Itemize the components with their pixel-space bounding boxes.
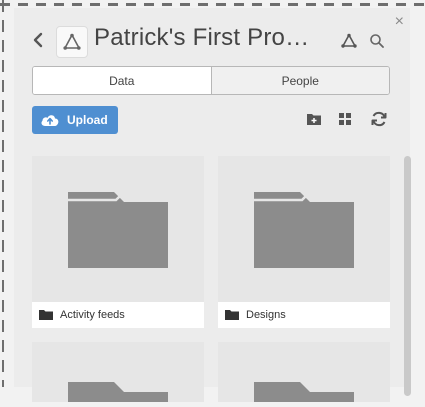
dashed-frame-top xyxy=(0,0,425,8)
tab-people[interactable]: People xyxy=(210,67,389,94)
panel-header: Patrick's First Pro… xyxy=(14,18,410,62)
search-icon[interactable] xyxy=(369,33,385,54)
folder-label: Activity feeds xyxy=(32,302,204,328)
folder-thumbnail-icon xyxy=(254,382,354,402)
project-title: Patrick's First Pro… xyxy=(94,24,310,51)
folder-card-partial[interactable] xyxy=(32,342,204,402)
folder-card-partial[interactable] xyxy=(218,342,390,402)
folder-thumbnail-icon xyxy=(68,190,168,268)
refresh-icon[interactable] xyxy=(370,110,388,133)
folder-icon xyxy=(224,309,240,321)
folder-card-activity-feeds[interactable]: Activity feeds xyxy=(32,156,204,328)
dashed-frame-left xyxy=(0,0,8,387)
folder-card-designs[interactable]: Designs xyxy=(218,156,390,328)
folder-label: Designs xyxy=(218,302,390,328)
project-triangle-icon xyxy=(56,26,88,58)
folder-name: Designs xyxy=(246,309,286,321)
upload-button[interactable]: Upload xyxy=(32,106,118,134)
folder-name: Activity feeds xyxy=(60,309,125,321)
folder-thumbnail-icon xyxy=(68,382,168,402)
chevron-left-icon[interactable] xyxy=(31,31,45,49)
new-folder-icon[interactable] xyxy=(306,112,322,131)
folder-icon xyxy=(38,309,54,321)
upload-label: Upload xyxy=(67,113,108,127)
grid-view-icon[interactable] xyxy=(338,112,352,131)
scrollbar[interactable] xyxy=(404,156,411,396)
folder-thumbnail-icon xyxy=(254,190,354,268)
tab-data[interactable]: Data xyxy=(33,67,211,94)
cloud-upload-icon xyxy=(40,113,60,127)
view-tabs: Data People xyxy=(32,66,390,95)
share-network-icon[interactable] xyxy=(340,33,358,54)
project-panel: × Patrick's First Pro… Data People Uploa… xyxy=(14,8,411,402)
